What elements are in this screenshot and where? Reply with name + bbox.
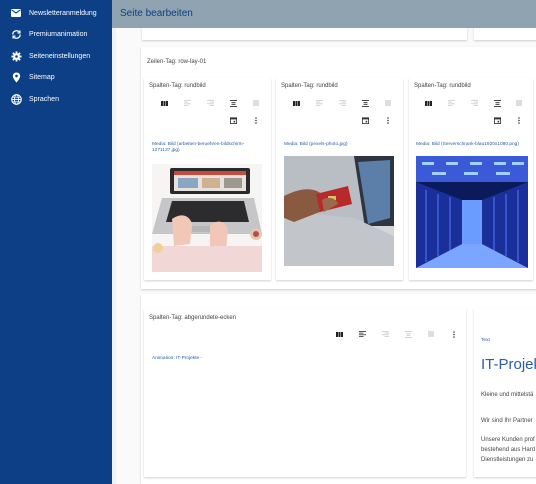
globe-icon (10, 93, 22, 105)
text-card: Text IT-Projekt Kleine und mittelstä Wir… (474, 309, 536, 477)
sidebar-item-premiumanimation[interactable]: Premiumanimation (0, 25, 112, 43)
previous-row-card (142, 28, 467, 40)
text-line: Kleine und mittelstä (481, 392, 534, 398)
server-room-photo (416, 156, 528, 268)
align-right-icon[interactable] (338, 99, 346, 107)
text-line: bestehend aus Hard (481, 447, 536, 453)
text-type-label: Text (481, 338, 490, 343)
column-tag-label: Spalten-Tag: rundbild (281, 83, 338, 89)
payment-photo (284, 156, 394, 266)
align-left-icon[interactable] (447, 99, 455, 107)
sidebar-item-sitemap[interactable]: Sitemap (0, 68, 112, 86)
align-left-icon[interactable] (315, 99, 323, 107)
layout-icon[interactable] (160, 99, 168, 107)
block-icon[interactable] (384, 99, 392, 107)
sidebar-item-sprachen[interactable]: Sprachen (0, 90, 112, 108)
block-icon[interactable] (515, 99, 523, 107)
mail-icon (10, 7, 22, 19)
align-left-icon[interactable] (183, 99, 191, 107)
rotate-icon (10, 28, 22, 40)
more-vert-icon[interactable] (252, 116, 260, 124)
column-tag-label: Spalten-Tag: abgerundete-ecken (149, 315, 237, 321)
calendar-icon[interactable] (229, 116, 237, 124)
column-card: Spalten-Tag: abgerundete-ecken Animation… (144, 309, 466, 477)
sidebar-item-label: Sitemap (29, 73, 55, 81)
previous-row-card-right (474, 28, 536, 40)
text-line: Wir sind Ihr Partner (481, 418, 533, 424)
block-icon[interactable] (252, 99, 260, 107)
layout-icon[interactable] (292, 99, 300, 107)
column-card: Spalten-Tag: rundbild Media: Bild (pexel… (276, 78, 403, 280)
media-caption: Media: Bild (pexels-photo.jpg) (284, 142, 348, 147)
column-tag-label: Spalten-Tag: rundbild (414, 83, 471, 89)
top-bar: Seite bearbeiten (112, 0, 536, 28)
sidebar-item-label: Sprachen (29, 95, 59, 103)
layout-icon[interactable] (335, 330, 343, 338)
more-vert-icon[interactable] (515, 116, 523, 124)
page-title: Seite bearbeiten (120, 8, 193, 19)
sidebar-item-label: Newsletteranmeldung (29, 9, 97, 17)
align-right-icon[interactable] (381, 330, 389, 338)
column-tag-label: Spalten-Tag: rundbild (149, 83, 206, 89)
calendar-icon[interactable] (493, 116, 501, 124)
text-heading: IT-Projekt (481, 356, 536, 373)
column-card: Spalten-Tag: rundbild Media: Bild (arbei… (144, 78, 271, 280)
align-right-icon[interactable] (206, 99, 214, 107)
align-left-icon[interactable] (358, 330, 366, 338)
row-tag-label: Zeilen-Tag: row-lay-01 (147, 59, 207, 65)
sidebar: Newsletteranmeldung Premiumanimation Sei… (0, 0, 112, 484)
calendar-icon[interactable] (361, 116, 369, 124)
vertical-align-icon[interactable] (229, 99, 237, 107)
vertical-align-icon[interactable] (404, 330, 412, 338)
row-card: Spalten-Tag: abgerundete-ecken Animation… (141, 294, 536, 484)
column-card: Spalten-Tag: rundbild Media: Bild (Serve… (409, 78, 533, 280)
block-icon[interactable] (427, 330, 435, 338)
gear-icon (10, 50, 22, 62)
align-right-icon[interactable] (470, 99, 478, 107)
sidebar-item-newsletteranmeldung[interactable]: Newsletteranmeldung (0, 4, 112, 22)
more-vert-icon[interactable] (450, 330, 458, 338)
sidebar-item-seiteneinstellungen[interactable]: Seiteneinstellungen (0, 47, 112, 65)
media-caption: Media: Bild (Serverschrank-blau1920x1080… (416, 142, 519, 147)
location-pin-icon (10, 71, 22, 83)
laptop-photo (152, 164, 262, 272)
more-vert-icon[interactable] (384, 116, 392, 124)
sidebar-item-label: Premiumanimation (29, 30, 88, 38)
text-line: Dienstleistungen zu (481, 457, 534, 463)
row-card: Zeilen-Tag: row-lay-01 Spalten-Tag: rund… (141, 47, 536, 289)
vertical-align-icon[interactable] (493, 99, 501, 107)
media-caption: Media: Bild (arbeiten-beruehren-bildschi… (152, 142, 245, 153)
text-line: Unsere Kunden prof (481, 437, 535, 443)
animation-caption: Animation: IT-Projekte - (152, 356, 203, 361)
vertical-align-icon[interactable] (361, 99, 369, 107)
sidebar-item-label: Seiteneinstellungen (29, 52, 91, 60)
editor-canvas: Zeilen-Tag: row-lay-01 Spalten-Tag: rund… (112, 28, 536, 484)
layout-icon[interactable] (424, 99, 432, 107)
